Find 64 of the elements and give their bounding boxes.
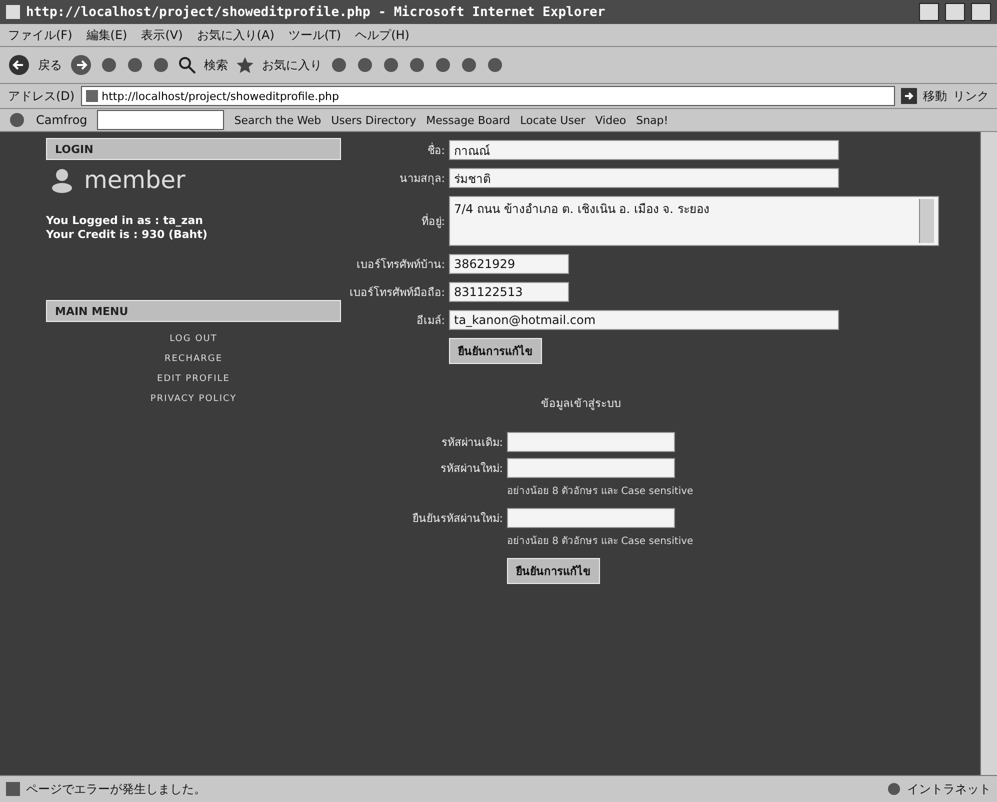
go-button[interactable]: 移動 bbox=[923, 88, 947, 104]
toolbar-link[interactable]: Snap! bbox=[636, 114, 668, 126]
maximize-button[interactable] bbox=[945, 3, 965, 21]
member-icon bbox=[50, 167, 74, 193]
toolbar-link[interactable]: Users Directory bbox=[331, 114, 416, 126]
search-field[interactable] bbox=[97, 110, 224, 130]
menu-item[interactable]: 表示(V) bbox=[141, 26, 183, 44]
favorites-button[interactable]: お気に入り bbox=[262, 56, 322, 74]
field-label: เบอร์โทรศัพท์มือถือ: bbox=[348, 286, 445, 298]
menu-header: MAIN MENU bbox=[46, 300, 341, 322]
address-label: アドレス(D) bbox=[8, 88, 75, 104]
scrollbar[interactable] bbox=[980, 132, 997, 775]
menu-item[interactable]: お気に入り(A) bbox=[196, 26, 274, 44]
menu-item[interactable]: ファイル(F) bbox=[8, 26, 72, 44]
search-icon[interactable] bbox=[178, 56, 196, 74]
menu-item[interactable]: ヘルプ(H) bbox=[355, 26, 410, 44]
toolbar-link[interactable]: Video bbox=[595, 114, 626, 126]
input-field[interactable]: 38621929 bbox=[449, 254, 569, 274]
menu-item[interactable]: ツール(T) bbox=[288, 26, 342, 44]
save-button[interactable]: ยืนยันการแก้ไข bbox=[449, 338, 542, 364]
address-textarea[interactable]: 7/4 ถนน ข้างอำเภอ ต. เชิงเนิน อ. เมือง จ. ระยอง bbox=[449, 196, 939, 246]
toolbar-link[interactable]: Locate User bbox=[520, 114, 586, 126]
scrollbar[interactable] bbox=[919, 199, 934, 243]
toolbar-brand[interactable]: Camfrog bbox=[36, 113, 88, 127]
field-label: รหัสผ่านเดิม: bbox=[440, 436, 503, 448]
field-label: ชื่อ: bbox=[426, 144, 445, 156]
toolbar-link[interactable]: Search the Web bbox=[234, 114, 322, 126]
close-button[interactable] bbox=[971, 3, 991, 21]
search-button[interactable]: 検索 bbox=[204, 56, 228, 74]
login-header: LOGIN bbox=[46, 138, 341, 160]
password-field[interactable] bbox=[507, 458, 675, 478]
input-field[interactable]: 831122513 bbox=[449, 282, 569, 302]
star-icon[interactable] bbox=[236, 56, 254, 74]
field-label: ที่อยู่: bbox=[420, 214, 445, 228]
field-label: อีเมล์: bbox=[415, 314, 445, 326]
address-field[interactable]: http://localhost/project/showeditprofile.php bbox=[80, 86, 895, 106]
status-zone: イントラネット bbox=[907, 780, 991, 798]
menu-link[interactable]: LOG OUT bbox=[170, 334, 218, 344]
input-field[interactable]: กาณณ์ bbox=[449, 140, 839, 160]
window-title: http://localhost/project/showeditprofile.php - Microsoft Internet Explorer bbox=[26, 4, 606, 20]
field-hint: อย่างน้อย 8 ตัวอักษร และ Case sensitive bbox=[507, 534, 694, 549]
links-button[interactable]: リンク bbox=[953, 88, 989, 104]
section-title: ข้อมูลเข้าสู่ระบบ bbox=[541, 396, 622, 412]
input-field[interactable]: ta_kanon@hotmail.com bbox=[449, 310, 839, 330]
field-label: นามสกุล: bbox=[398, 172, 445, 184]
back-button[interactable]: 戻る bbox=[38, 56, 62, 74]
input-field[interactable]: ร่มชาติ bbox=[449, 168, 839, 188]
field-label: เบอร์โทรศัพท์บ้าน: bbox=[355, 258, 445, 270]
menu-link[interactable]: PRIVACY POLICY bbox=[150, 394, 237, 404]
password-field[interactable] bbox=[507, 508, 675, 528]
menu-link[interactable]: RECHARGE bbox=[164, 354, 223, 364]
login-info: Your Credit is : 930 (Baht) bbox=[46, 228, 208, 242]
field-label: รหัสผ่านใหม่: bbox=[439, 462, 503, 474]
menu-link[interactable]: EDIT PROFILE bbox=[157, 374, 230, 384]
status-message: ページでエラーが発生しました。 bbox=[26, 780, 206, 798]
password-field[interactable] bbox=[507, 432, 675, 452]
member-title: member bbox=[84, 166, 186, 194]
save-button[interactable]: ยืนยันการแก้ไข bbox=[507, 558, 600, 584]
minimize-button[interactable] bbox=[919, 3, 939, 21]
login-info: You Logged in as : ta_zan bbox=[46, 214, 204, 228]
field-label: ยืนยันรหัสผ่านใหม่: bbox=[411, 512, 503, 524]
toolbar-link[interactable]: Message Board bbox=[426, 114, 510, 126]
field-hint: อย่างน้อย 8 ตัวอักษร และ Case sensitive bbox=[507, 484, 694, 499]
menu-item[interactable]: 編集(E) bbox=[86, 26, 128, 44]
